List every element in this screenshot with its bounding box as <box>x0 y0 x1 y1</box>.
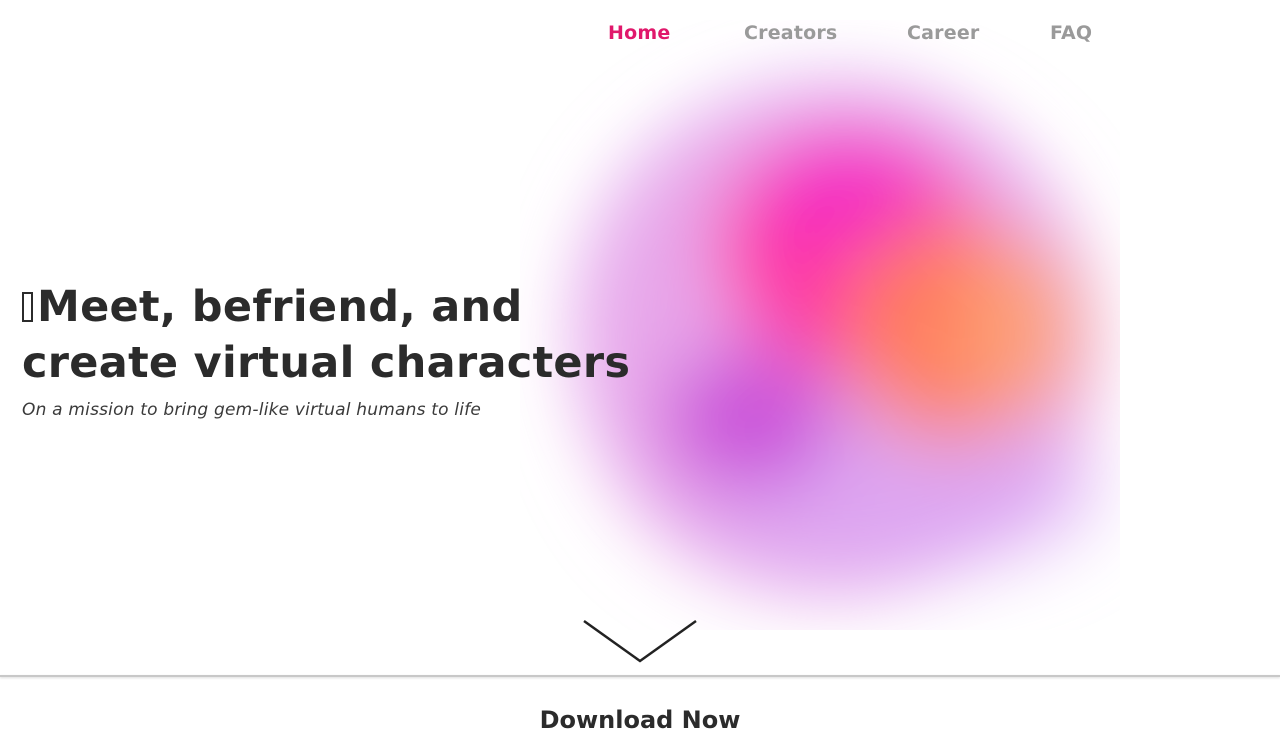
hero-title-line-1: Meet, befriend, and <box>22 279 630 335</box>
download-heading: Download Now <box>539 706 741 734</box>
hero-title: Meet, befriend, and create virtual chara… <box>22 279 630 391</box>
nav-faq-link[interactable]: FAQ <box>1050 22 1092 44</box>
scroll-down-button[interactable] <box>582 618 698 664</box>
missing-glyph-box-icon <box>22 292 33 322</box>
hero-section: Meet, befriend, and create virtual chara… <box>22 279 630 420</box>
hero-title-text-1: Meet, befriend, and <box>37 282 523 332</box>
nav-creators-link[interactable]: Creators <box>744 22 837 44</box>
section-divider <box>0 675 1280 677</box>
nav-home-link[interactable]: Home <box>608 22 670 44</box>
chevron-down-icon <box>583 619 697 663</box>
nav-career-link[interactable]: Career <box>907 22 979 44</box>
hero-subtitle: On a mission to bring gem-like virtual h… <box>22 400 481 420</box>
hero-title-line-2: create virtual characters <box>22 338 631 388</box>
